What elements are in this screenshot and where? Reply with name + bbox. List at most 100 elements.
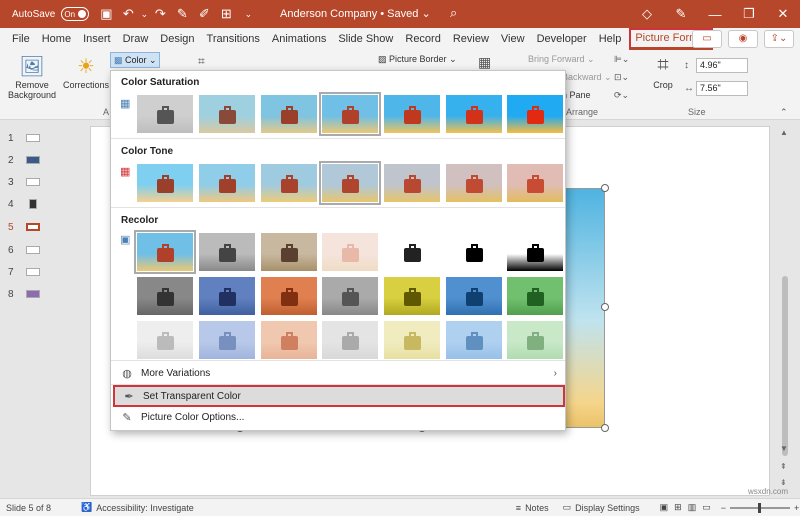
rotate-icon[interactable]: ⟳⌄ [614,90,629,101]
customize-qat-icon[interactable]: ⌄ [237,9,259,20]
display-settings-button[interactable]: Display Settings [575,503,640,513]
tab-insert[interactable]: Insert [77,28,117,50]
slideshow-view-icon[interactable]: ▭ [702,502,711,513]
selection-pane-button[interactable]: n Pane [562,90,591,100]
recolor-swatch[interactable] [199,321,255,359]
recolor-swatch[interactable] [446,277,502,315]
saturation-swatch[interactable] [384,95,440,133]
resize-handle[interactable] [601,424,609,432]
slide-thumb[interactable]: 8 [8,284,40,304]
recolor-swatch[interactable] [137,277,193,315]
recolor-swatch[interactable] [384,277,440,315]
tab-file[interactable]: File [6,28,36,50]
group-icon[interactable]: ⊡⌄ [614,72,629,83]
recolor-swatch[interactable] [199,277,255,315]
slide-thumb[interactable]: 4 [8,194,37,214]
record-icon[interactable]: ◉ [728,30,758,48]
color-button[interactable]: ▩ Color ⌄ [110,52,160,68]
recolor-swatch[interactable] [322,233,378,271]
pen-icon[interactable]: ✐ [193,6,215,22]
zoom-out-icon[interactable]: − [721,503,726,513]
close-icon[interactable]: ✕ [766,6,800,22]
collapse-ribbon-icon[interactable]: ⌃ [780,107,788,118]
alt-text-icon[interactable]: ▦ [478,54,491,71]
scroll-thumb[interactable] [782,276,788,456]
color-tone-swatch[interactable] [384,164,440,202]
recolor-swatch[interactable] [446,233,502,271]
diamond-icon[interactable]: ◇ [630,6,664,22]
undo-dropdown-icon[interactable]: ⌄ [139,9,149,20]
recolor-swatch[interactable] [261,233,317,271]
restore-icon[interactable]: ❐ [732,6,766,22]
recolor-swatch[interactable] [322,321,378,359]
slide-thumb-active[interactable]: 5 [8,217,40,237]
bring-forward-button[interactable]: Bring Forward ⌄ [528,54,595,65]
recolor-swatch[interactable] [134,230,196,274]
tab-help[interactable]: Help [593,28,628,50]
notes-button[interactable]: Notes [525,503,549,513]
slide-thumb[interactable]: 3 [8,172,40,192]
color-tone-swatch[interactable] [446,164,502,202]
tab-slide-show[interactable]: Slide Show [332,28,399,50]
send-backward-button[interactable]: Backward ⌄ [562,72,612,83]
remove-background-button[interactable]: 🖼 Remove Background [4,54,60,100]
artistic-effects-icon[interactable]: ⌗ [198,54,205,69]
recolor-swatch[interactable] [446,321,502,359]
slide-picture[interactable] [565,188,605,428]
redo-icon[interactable]: ↷ [149,6,171,22]
recolor-swatch[interactable] [261,277,317,315]
tab-view[interactable]: View [495,28,531,50]
resize-handle[interactable] [601,303,609,311]
color-tone-swatch[interactable] [319,161,381,205]
tab-animations[interactable]: Animations [266,28,332,50]
recolor-swatch[interactable] [384,321,440,359]
saturation-swatch[interactable] [446,95,502,133]
vertical-scrollbar[interactable]: ▲ ▼ ⇞ ⇟ [778,126,792,496]
picture-color-options-item[interactable]: ✎ Picture Color Options... [113,407,565,427]
undo-icon[interactable]: ↶ [117,6,139,22]
saturation-swatch[interactable] [137,95,193,133]
next-slide-icon[interactable]: ⇟ [780,478,787,487]
color-tone-swatch[interactable] [507,164,563,202]
slide-thumb[interactable]: 1 [8,128,40,148]
accessibility-status[interactable]: Accessibility: Investigate [96,503,194,513]
slide-thumb[interactable]: 7 [8,262,40,282]
prev-slide-icon[interactable]: ⇞ [780,462,787,471]
height-input[interactable]: 4.96" [696,58,748,73]
align-icon[interactable]: ⊫⌄ [614,54,629,65]
recolor-swatch[interactable] [137,321,193,359]
color-tone-swatch[interactable] [137,164,193,202]
saturation-swatch[interactable] [261,95,317,133]
recolor-swatch[interactable] [322,277,378,315]
sorter-view-icon[interactable]: ⊞ [674,502,682,513]
recolor-swatch[interactable] [199,233,255,271]
corrections-button[interactable]: ☀ Corrections [62,54,110,90]
scroll-down-icon[interactable]: ▼ [780,444,788,453]
color-tone-swatch[interactable] [199,164,255,202]
recolor-swatch[interactable] [261,321,317,359]
normal-view-icon[interactable]: ▣ [660,502,669,513]
comments-icon[interactable]: ▭ [692,30,722,48]
autosave-toggle[interactable]: On [61,7,90,21]
slide-thumb[interactable]: 6 [8,240,40,260]
tab-home[interactable]: Home [36,28,77,50]
designer-pen-icon[interactable]: ✎ [664,6,698,22]
minimize-icon[interactable]: — [698,7,732,22]
color-tone-swatch[interactable] [261,164,317,202]
picture-border-button[interactable]: ▨ Picture Border ⌄ [378,54,457,65]
tab-review[interactable]: Review [447,28,495,50]
zoom-slider[interactable] [729,502,790,513]
recolor-swatch[interactable] [507,321,563,359]
search-icon[interactable]: ⌕ [450,5,457,21]
recolor-swatch[interactable] [507,233,563,271]
zoom-in-icon[interactable]: + [794,503,799,513]
set-transparent-color-item[interactable]: ✒ Set Transparent Color [113,385,565,407]
tab-design[interactable]: Design [154,28,200,50]
save-icon[interactable]: ▣ [95,6,117,22]
recolor-swatch[interactable] [507,277,563,315]
format-painter-icon[interactable]: ✎ [171,6,193,22]
tab-developer[interactable]: Developer [531,28,593,50]
presenter-icon[interactable]: ⊞ [215,6,237,22]
slide-thumb[interactable]: 2 [8,150,40,170]
reading-view-icon[interactable]: ▥ [688,502,697,513]
